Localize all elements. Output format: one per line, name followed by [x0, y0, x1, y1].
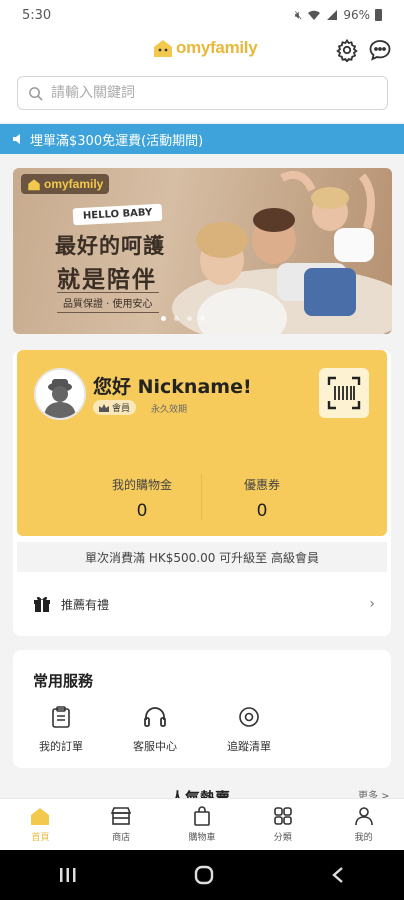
banner-logo: omyfamily: [21, 174, 110, 194]
member-level-badge: 會員: [93, 400, 137, 415]
house-logo-icon: [28, 178, 40, 190]
nav-label: 首頁: [31, 833, 50, 843]
carousel-dot[interactable]: [174, 316, 179, 321]
nav-label: 商店: [112, 833, 131, 843]
home-button-icon[interactable]: [194, 865, 214, 885]
member-barcode-button[interactable]: [319, 368, 369, 418]
service-label: 我的訂單: [39, 740, 83, 753]
gear-icon: [336, 38, 358, 62]
common-services-section: 常用服務 我的訂單 客服中心 追蹤清單: [13, 650, 391, 768]
settings-button[interactable]: [334, 37, 360, 63]
services-title: 常用服務: [33, 672, 94, 690]
announcement-text: 埋單滿$300免運費(活動期間): [30, 133, 204, 149]
service-tracking-list[interactable]: 追蹤清單: [209, 706, 289, 754]
announcement-bar[interactable]: 埋單滿$300免運費(活動期間): [0, 124, 404, 154]
nav-label: 分類: [273, 833, 292, 843]
shopping-credit-label: 我的購物金: [111, 478, 172, 492]
chevron-right-icon: ›: [369, 596, 375, 612]
member-validity: 永久效期: [151, 405, 188, 415]
logo-text: omyfamily: [176, 38, 258, 57]
popular-more-link[interactable]: 更多 >: [358, 790, 390, 798]
nav-label: 我的: [354, 833, 373, 843]
service-label: 追蹤清單: [227, 740, 271, 753]
carousel-dot[interactable]: [161, 316, 166, 321]
member-card-header: 您好 Nickname! 會員 永久效期 我的購物金 0 優惠券 0: [17, 350, 387, 536]
category-icon: [273, 807, 292, 825]
crown-icon: [99, 403, 109, 412]
promo-banner[interactable]: omyfamily HELLO BABY 最好的呵護 就是陪伴 品質保證 · 使…: [13, 168, 392, 334]
mute-icon: 🔇︎: [294, 7, 303, 22]
search-input[interactable]: [51, 85, 351, 101]
member-card: 您好 Nickname! 會員 永久效期 我的購物金 0 優惠券 0 單次消費滿…: [13, 350, 391, 636]
banner-headline-1: 最好的呵護: [55, 234, 165, 258]
status-time: 5:30: [22, 7, 52, 23]
referral-label: 推薦有禮: [61, 597, 110, 612]
upgrade-hint: 單次消費滿 HK$500.00 可升級至 高級會員: [17, 542, 387, 572]
order-icon: [52, 706, 70, 728]
speaker-icon: [13, 134, 20, 144]
service-label: 客服中心: [133, 740, 177, 753]
service-my-orders[interactable]: 我的訂單: [21, 706, 101, 754]
banner-logo-text: omyfamily: [44, 177, 104, 191]
status-bar: 5:30 🔇︎ 96%: [0, 0, 404, 30]
carousel-dot[interactable]: [200, 316, 205, 321]
service-customer-center[interactable]: 客服中心: [115, 706, 195, 754]
nav-cart[interactable]: 購物車: [162, 799, 243, 850]
bottom-navigation: 首頁 商店 購物車 分類 我的: [0, 798, 404, 850]
banner-subline: 品質保證 · 使用安心: [57, 292, 159, 313]
gift-icon: [34, 596, 50, 612]
nav-store[interactable]: 商店: [81, 799, 162, 850]
back-icon[interactable]: [331, 866, 345, 884]
search-icon: [29, 86, 43, 101]
search-box[interactable]: [17, 76, 388, 110]
home-icon: [31, 808, 50, 825]
profile-icon: [354, 807, 373, 826]
user-avatar-icon: [36, 370, 84, 418]
nav-label: 購物車: [188, 833, 216, 843]
battery-percent: 96%: [343, 8, 370, 22]
shopping-credit-value: 0: [136, 501, 148, 521]
nav-profile[interactable]: 我的: [323, 799, 404, 850]
cart-icon: [194, 806, 210, 826]
referral-row[interactable]: 推薦有禮: [13, 582, 391, 626]
messages-button[interactable]: [367, 37, 393, 63]
track-icon: [239, 707, 259, 727]
recent-apps-icon[interactable]: [59, 867, 77, 883]
popular-section-title: 人氣熱賣: [170, 789, 231, 798]
banner-tag: HELLO BABY: [72, 203, 163, 226]
barcode-scan-icon: [327, 376, 361, 410]
member-level-label: 會員: [112, 404, 131, 414]
app-header: omyfamily: [0, 30, 404, 74]
family-photo-illustration: [172, 171, 392, 334]
banner-headline-2: 就是陪伴: [57, 267, 157, 293]
coupon-value: 0: [256, 501, 268, 521]
battery-icon: [375, 9, 382, 21]
carousel-dot[interactable]: [187, 316, 192, 321]
wifi-icon: [308, 10, 321, 20]
status-indicators: 🔇︎ 96%: [295, 8, 382, 23]
nav-home[interactable]: 首頁: [0, 799, 81, 850]
avatar[interactable]: [34, 368, 86, 420]
chat-icon: [369, 40, 391, 61]
store-icon: [111, 807, 132, 825]
carousel-dots: [161, 316, 205, 321]
shopping-credit-stat[interactable]: 我的購物金 0: [77, 476, 207, 521]
member-greeting: 您好 Nickname!: [93, 376, 252, 398]
signal-icon: [327, 10, 338, 20]
search-bar: [0, 74, 404, 122]
coupon-label: 優惠券: [243, 478, 280, 492]
app-logo[interactable]: omyfamily: [152, 38, 258, 58]
system-navigation-bar: [0, 850, 404, 900]
headset-icon: [144, 707, 166, 727]
coupon-stat[interactable]: 優惠券 0: [197, 476, 327, 521]
nav-category[interactable]: 分類: [242, 799, 323, 850]
house-logo-icon: [154, 40, 172, 57]
